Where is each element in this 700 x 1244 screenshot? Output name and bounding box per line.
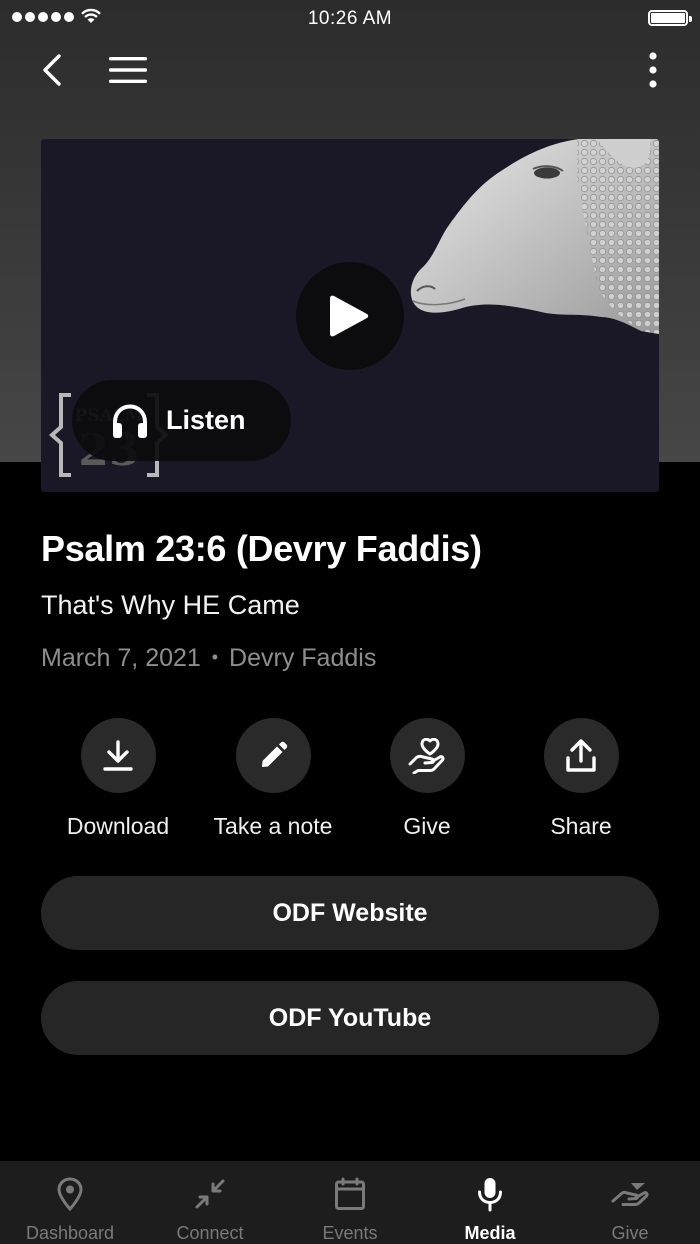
sermon-date: March 7, 2021 (41, 644, 201, 672)
tab-events[interactable]: Events (280, 1161, 420, 1244)
more-options-button[interactable] (638, 48, 668, 92)
hamburger-menu-icon (109, 57, 147, 83)
tab-dashboard[interactable]: Dashboard (0, 1161, 140, 1244)
sermon-title: Psalm 23:6 (Devry Faddis) (41, 528, 482, 569)
give-label: Give (403, 813, 451, 839)
listen-button[interactable]: Listen (72, 380, 291, 461)
sermon-artwork: PSALM 23 Listen (41, 139, 659, 492)
odf-youtube-button[interactable]: ODF YouTube (41, 981, 659, 1055)
download-label: Download (66, 813, 170, 839)
share-button[interactable]: Share (501, 718, 661, 840)
odf-website-button[interactable]: ODF Website (41, 876, 659, 950)
connect-arrows-icon (195, 1179, 225, 1209)
more-vertical-icon (649, 52, 657, 88)
take-note-button[interactable]: Take a note (193, 718, 353, 840)
tab-give-label: Give (611, 1223, 649, 1243)
giving-hand-heart-icon (408, 737, 445, 774)
headphones-icon (113, 403, 147, 438)
location-pin-icon (57, 1177, 83, 1211)
tab-media-label: Media (464, 1223, 516, 1243)
calendar-icon (335, 1177, 365, 1210)
meta-separator: • (211, 647, 219, 667)
take-note-label: Take a note (213, 813, 333, 839)
give-button[interactable]: Give (347, 718, 507, 840)
tab-dashboard-label: Dashboard (25, 1223, 115, 1243)
back-button[interactable] (30, 48, 74, 92)
download-icon (103, 739, 133, 771)
sermon-meta: March 7, 2021 • Devry Faddis (41, 644, 376, 673)
chevron-left-icon (43, 54, 61, 86)
sheep-image (410, 139, 659, 334)
giving-hand-icon (611, 1183, 649, 1206)
tab-media[interactable]: Media (420, 1161, 560, 1244)
status-time: 10:26 AM (307, 8, 393, 29)
status-bar: 10:26 AM (0, 0, 700, 36)
microphone-icon (478, 1178, 502, 1212)
sermon-subtitle: That's Why HE Came (41, 590, 300, 620)
download-button[interactable]: Download (38, 718, 198, 840)
share-upload-icon (566, 738, 596, 772)
play-button[interactable] (296, 262, 404, 370)
battery-icon (648, 10, 692, 26)
pencil-icon (262, 741, 288, 767)
play-icon (330, 295, 369, 337)
sermon-speaker: Devry Faddis (229, 644, 377, 672)
share-label: Share (550, 813, 612, 839)
tab-give[interactable]: Give (560, 1161, 700, 1244)
menu-button[interactable] (104, 48, 152, 92)
action-row: Download Take a note Give Share (0, 718, 700, 848)
tab-connect[interactable]: Connect (140, 1161, 280, 1244)
tab-bar: Dashboard Connect Events Media Give (0, 1161, 700, 1244)
tab-events-label: Events (322, 1223, 378, 1243)
tab-connect-label: Connect (176, 1223, 244, 1243)
listen-label: Listen (166, 405, 246, 435)
